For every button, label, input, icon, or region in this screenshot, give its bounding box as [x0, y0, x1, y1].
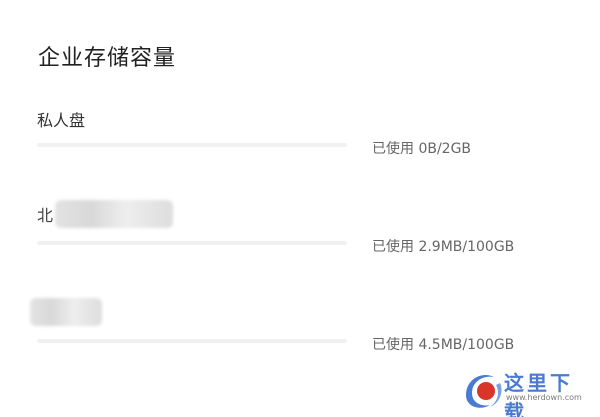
watermark: 这里下载 www.herdown.com: [460, 365, 590, 417]
storage-item-label: 北: [37, 200, 174, 228]
page-title: 企业存储容量: [38, 46, 177, 71]
usage-text: 已使用 0B/2GB: [372, 141, 472, 157]
swirl-logo-icon: [466, 375, 502, 408]
usage-text: 已使用 2.9MB/100GB: [372, 239, 515, 255]
watermark-url: www.herdown.com: [506, 393, 582, 402]
label-redaction-blur: [30, 298, 102, 326]
enterprise-storage-panel: 企业存储容量 私人盘 已使用 0B/2GB 北 已使用 2.9MB/100GB …: [0, 0, 600, 417]
usage-text: 已使用 4.5MB/100GB: [372, 337, 515, 353]
usage-bar: [37, 241, 347, 245]
usage-bar: [37, 143, 347, 147]
storage-item-label-prefix: 北: [37, 206, 54, 225]
label-redaction-blur: [55, 200, 174, 228]
storage-item-label: 私人盘: [37, 111, 86, 130]
usage-bar: [37, 339, 347, 343]
watermark-text: 这里下载: [504, 371, 573, 417]
storage-item-label: [30, 298, 102, 326]
